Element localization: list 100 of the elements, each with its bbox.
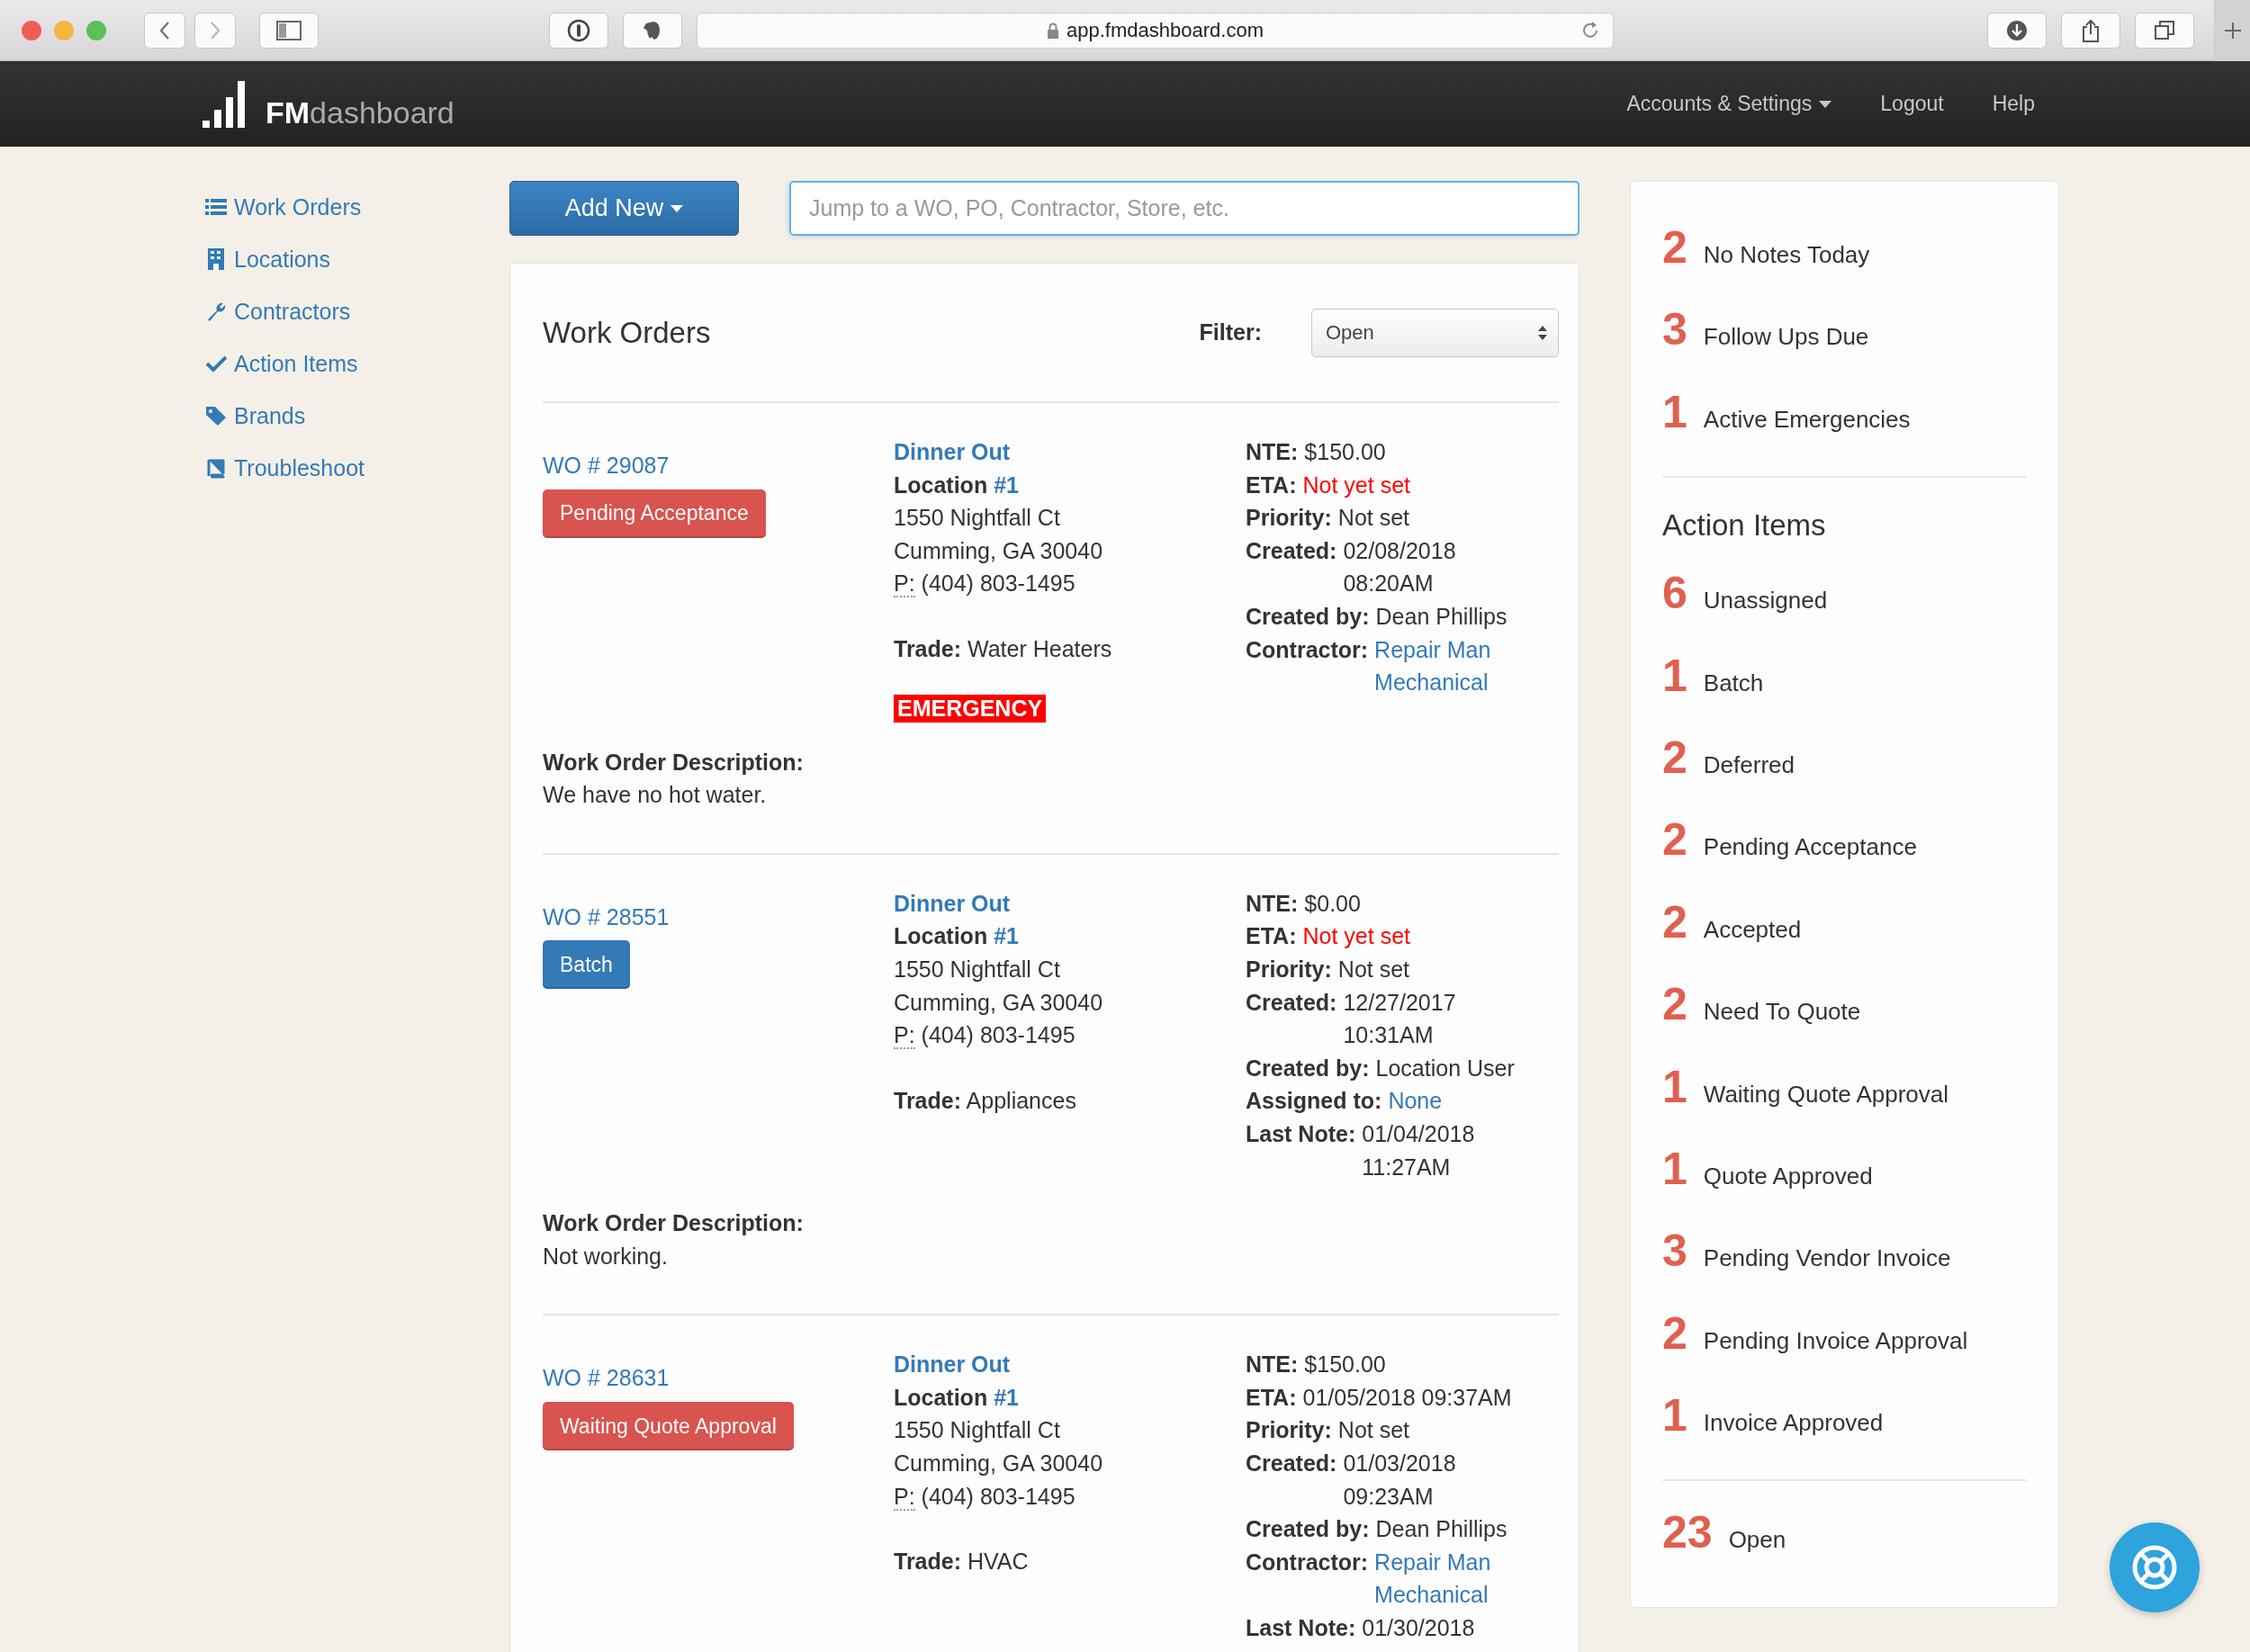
field-value: 01/05/2018 09:37AM	[1302, 1383, 1512, 1412]
field-value: Not set	[1337, 504, 1410, 533]
address-line: 1550 Nightfall Ct	[894, 504, 1060, 533]
phone-label: P:	[894, 1483, 915, 1511]
field-label: Created by:	[1246, 602, 1370, 631]
password-button[interactable]	[549, 12, 608, 49]
field-label: Last Note:	[1246, 1119, 1356, 1148]
sidebar-link[interactable]: Action Items	[205, 337, 358, 390]
field-link[interactable]: Repair Man Mechanical	[1374, 1545, 1547, 1612]
filter-label: Filter:	[1199, 319, 1262, 346]
elephant-extension-button[interactable]	[623, 12, 682, 49]
field-label: Priority:	[1246, 955, 1332, 983]
up-down-arrows-icon	[1538, 325, 1547, 340]
nav-link[interactable]: Logout	[1880, 92, 1944, 116]
list-icon	[205, 196, 227, 218]
nav-link[interactable]: Accounts & Settings	[1626, 92, 1832, 116]
field-value: 01/04/2018 11:27AM	[1362, 1119, 1476, 1181]
store-link[interactable]: Dinner Out	[894, 1348, 1011, 1381]
address-bar[interactable]: app.fmdashboard.com	[697, 12, 1614, 49]
field-value: 02/08/2018 08:20AM	[1343, 536, 1457, 598]
count-link[interactable]: 1 Batch	[1662, 634, 1764, 717]
field-label: Created:	[1246, 1450, 1337, 1478]
field-label: NTE:	[1246, 1351, 1299, 1379]
description-text: Not working.	[543, 1242, 668, 1270]
count-link[interactable]: 6 Unassigned	[1662, 552, 1828, 635]
sidebar-link[interactable]: Contractors	[205, 285, 351, 337]
sidebar-toggle-button[interactable]	[259, 12, 319, 49]
filter-select[interactable]: Open	[1311, 308, 1559, 357]
sidebar-link[interactable]: Brands	[205, 390, 306, 442]
logo-wordmark[interactable]: FMdashboard	[266, 96, 454, 128]
field-label: Last Note:	[1246, 1614, 1356, 1643]
status-button[interactable]: Waiting Quote Approval	[543, 1401, 794, 1450]
download-icon	[2006, 19, 2028, 41]
count-link[interactable]: 2 Pending Invoice Approval	[1662, 1292, 1968, 1376]
field-value: 01/30/2018	[1362, 1614, 1475, 1643]
search-field[interactable]: Jump to a WO, PO, Contractor, Store, etc.	[789, 181, 1580, 236]
field-value: Not set	[1337, 1416, 1410, 1445]
add-new-button[interactable]: Add New	[509, 181, 739, 236]
tag-icon	[205, 405, 227, 426]
field-label: Contractor:	[1246, 635, 1369, 664]
count-link[interactable]: 23 Open	[1662, 1492, 1786, 1575]
location-label: Location	[894, 923, 988, 949]
count-link[interactable]: 1 Waiting Quote Approval	[1662, 1046, 1948, 1128]
count-link[interactable]: 2 Pending Acceptance	[1662, 799, 1917, 882]
phone-label: P:	[894, 1022, 915, 1050]
count-link[interactable]: 2 Need To Quote	[1662, 964, 1861, 1046]
sidebar-link[interactable]: Troubleshoot	[205, 442, 364, 494]
new-tab-button[interactable]	[2214, 0, 2250, 61]
description-text: We have no hot water.	[543, 781, 767, 810]
address-line: Cumming, GA 30040	[894, 988, 1103, 1017]
store-link[interactable]: Dinner Out	[894, 886, 1011, 920]
phone-label: P:	[894, 570, 915, 598]
count-link[interactable]: 3 Follow Ups Due	[1662, 289, 1869, 372]
close-window-button[interactable]	[22, 20, 41, 40]
field-value: $150.00	[1304, 438, 1386, 466]
lock-icon	[1047, 22, 1060, 39]
count-link[interactable]: 2 No Notes Today	[1662, 207, 1870, 290]
count-link[interactable]: 1 Active Emergencies	[1662, 371, 1911, 454]
tabs-overview-button[interactable]	[2135, 12, 2194, 49]
sidebar-link[interactable]: Work Orders	[205, 181, 362, 233]
field-link[interactable]: Repair Man Mechanical	[1374, 633, 1547, 699]
work-order-link[interactable]: WO # 29087	[543, 449, 670, 482]
field-value: Not yet set	[1302, 922, 1410, 951]
sidebar-link[interactable]: Locations	[205, 233, 331, 285]
count-link[interactable]: 1 Quote Approved	[1662, 1127, 1873, 1211]
field-label: NTE:	[1246, 438, 1299, 466]
field-value: Dean Phillips	[1375, 602, 1508, 631]
status-button[interactable]: Pending Acceptance	[543, 489, 766, 538]
download-button[interactable]	[1987, 12, 2047, 49]
field-label: Created:	[1246, 536, 1337, 565]
address-line: Cumming, GA 30040	[894, 536, 1103, 565]
back-button[interactable]	[144, 12, 185, 49]
field-label: Priority:	[1246, 1416, 1332, 1445]
count-link[interactable]: 3 Pending Vendor Invoice	[1662, 1210, 1951, 1293]
trade-value: Appliances	[966, 1087, 1076, 1113]
nav-link[interactable]: Help	[1992, 92, 2035, 116]
work-order-link[interactable]: WO # 28631	[543, 1361, 670, 1395]
count-link[interactable]: 2 Deferred	[1662, 716, 1795, 800]
chevron-left-icon	[158, 20, 171, 40]
trade-label: Trade:	[894, 1549, 962, 1575]
help-button[interactable]	[2110, 1522, 2200, 1612]
phone-number: (404) 803-1495	[921, 570, 1076, 597]
field-link[interactable]: None	[1388, 1084, 1443, 1118]
status-button[interactable]: Batch	[543, 940, 630, 990]
location-link[interactable]: #1	[994, 923, 1019, 949]
address-line: 1550 Nightfall Ct	[894, 1416, 1060, 1445]
field-label: ETA:	[1246, 1383, 1297, 1412]
count-link[interactable]: 2 Accepted	[1662, 881, 1802, 965]
field-label: NTE:	[1246, 889, 1299, 918]
location-link[interactable]: #1	[994, 1384, 1019, 1410]
location-label: Location	[894, 1384, 988, 1410]
share-button[interactable]	[2061, 12, 2120, 49]
count-link[interactable]: 1 Invoice Approved	[1662, 1375, 1884, 1458]
work-order-link[interactable]: WO # 28551	[543, 900, 670, 934]
field-value: Dean Phillips	[1375, 1515, 1508, 1544]
store-link[interactable]: Dinner Out	[894, 435, 1011, 469]
chevron-right-icon	[209, 20, 221, 40]
field-value: 01/03/2018 09:23AM	[1343, 1450, 1457, 1511]
reload-icon[interactable]	[1580, 20, 1600, 40]
location-link[interactable]: #1	[994, 471, 1019, 498]
